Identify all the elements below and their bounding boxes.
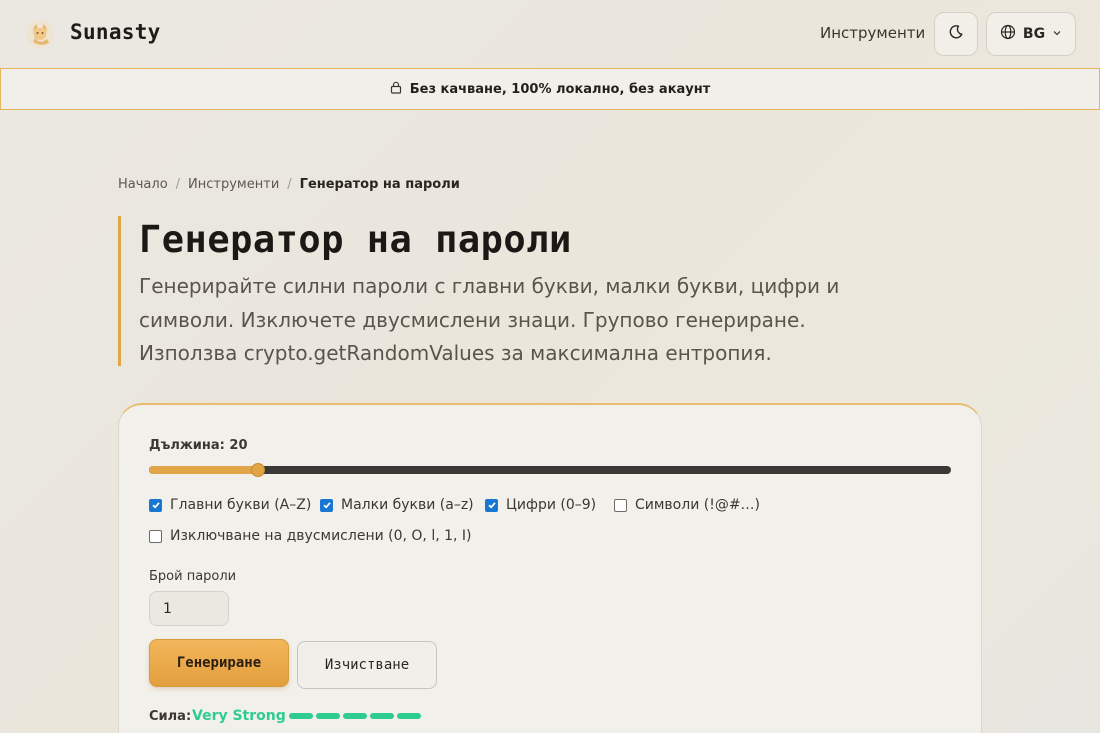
moon-icon xyxy=(948,24,964,44)
option-uppercase[interactable]: Главни букви (A–Z) xyxy=(149,497,311,513)
symbols-checkbox[interactable] xyxy=(614,498,627,512)
option-label: Малки букви (a–z) xyxy=(341,497,474,513)
strength-bar xyxy=(370,713,394,719)
page-description: Генерирайте силни пароли с главни букви,… xyxy=(139,274,840,365)
lock-icon xyxy=(390,81,402,98)
slider-fill xyxy=(149,466,258,474)
nav-tools-link[interactable]: Инструменти xyxy=(820,24,925,42)
uppercase-checkbox[interactable] xyxy=(149,498,162,512)
slider-track[interactable] xyxy=(149,466,951,474)
option-symbols[interactable]: Символи (!@#…) xyxy=(614,497,760,513)
page-title: Генератор на пароли xyxy=(139,218,572,261)
exclude-ambiguous-checkbox[interactable] xyxy=(149,529,162,543)
generator-card: Дължина: 20 Главни букви (A–Z) Малки бук… xyxy=(118,403,982,733)
option-digits[interactable]: Цифри (0–9) xyxy=(485,497,596,513)
length-label: Дължина: 20 xyxy=(149,438,248,453)
strength-bar xyxy=(397,713,421,719)
globe-icon xyxy=(1000,24,1016,44)
brand-name[interactable]: Sunasty xyxy=(70,20,161,44)
option-exclude-ambiguous[interactable]: Изключване на двусмислени (0, O, l, 1, I… xyxy=(149,528,472,544)
slider-thumb[interactable] xyxy=(250,463,265,477)
digits-checkbox[interactable] xyxy=(485,498,498,512)
header: Sunasty Инструменти BG xyxy=(0,0,1100,68)
strength-bar xyxy=(289,713,313,719)
count-label: Брой пароли xyxy=(149,569,237,584)
strength-bar xyxy=(343,713,367,719)
length-slider[interactable] xyxy=(149,463,951,477)
strength-meter xyxy=(289,713,421,719)
language-code: BG xyxy=(1022,26,1046,42)
chevron-down-icon xyxy=(1052,26,1062,42)
option-label: Символи (!@#…) xyxy=(635,497,761,513)
language-select[interactable]: BG xyxy=(986,12,1076,56)
breadcrumb-current: Генератор на пароли xyxy=(299,177,460,192)
theme-toggle-button[interactable] xyxy=(934,12,978,56)
lowercase-checkbox[interactable] xyxy=(320,498,333,512)
hero: Генератор на пароли Генерирайте силни па… xyxy=(118,216,898,366)
breadcrumb-home[interactable]: Начало xyxy=(118,177,168,192)
breadcrumb-separator: / xyxy=(175,177,181,192)
clear-button[interactable]: Изчистване xyxy=(297,641,437,689)
banner-text: Без качване, 100% локално, без акаунт xyxy=(409,81,711,97)
generate-button[interactable]: Генериране xyxy=(149,639,289,687)
option-label: Главни букви (A–Z) xyxy=(170,497,312,513)
option-lowercase[interactable]: Малки букви (a–z) xyxy=(320,497,474,513)
breadcrumb: Начало / Инструменти / Генератор на паро… xyxy=(118,177,460,192)
strength-label: Сила: xyxy=(149,709,192,724)
strength-bar xyxy=(316,713,340,719)
strength-value: Very Strong xyxy=(192,708,286,724)
option-label: Изключване на двусмислени (0, O, l, 1, I… xyxy=(170,528,472,544)
fox-logo-icon[interactable] xyxy=(24,18,56,50)
privacy-banner: Без качване, 100% локално, без акаунт xyxy=(0,68,1100,110)
count-input[interactable]: 1 xyxy=(149,591,229,626)
option-label: Цифри (0–9) xyxy=(506,497,597,513)
breadcrumb-tools[interactable]: Инструменти xyxy=(188,177,279,192)
breadcrumb-separator: / xyxy=(287,177,292,192)
